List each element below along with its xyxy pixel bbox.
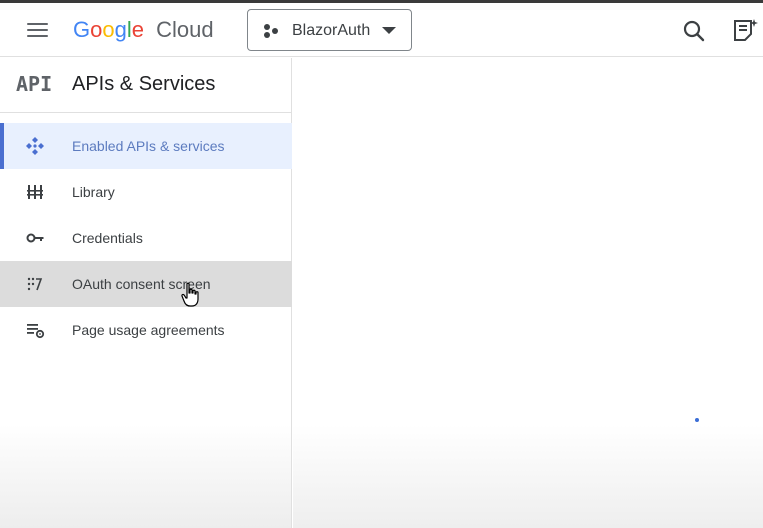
cloud-wordmark: Cloud: [156, 17, 214, 42]
google-wordmark-letter: g: [114, 17, 127, 42]
google-cloud-logo[interactable]: Google Cloud: [73, 16, 214, 44]
sidebar-item-label: OAuth consent screen: [72, 276, 211, 292]
main-content: [293, 58, 763, 528]
google-wordmark-letter: e: [131, 17, 145, 42]
search-icon[interactable]: [680, 17, 708, 45]
sidebar-item-label: Credentials: [72, 230, 143, 246]
active-indicator: [0, 123, 4, 169]
sidebar-title: APIs & Services: [72, 73, 216, 95]
enabled-apis-icon: [26, 137, 44, 155]
sidebar: API APIs & Services Enabled APIs & servi…: [0, 58, 292, 528]
project-name: BlazorAuth: [292, 22, 371, 39]
top-app-bar: Google Cloud BlazorAuth: [0, 3, 763, 57]
sidebar-item-page-usage-agreements[interactable]: Page usage agreements: [0, 307, 292, 353]
key-icon: [26, 233, 44, 243]
sidebar-item-label: Page usage agreements: [72, 322, 225, 338]
api-logo-icon: API: [16, 72, 53, 96]
oauth-consent-icon: [27, 277, 43, 291]
project-dots-icon: [264, 24, 278, 38]
library-icon: [27, 185, 43, 199]
google-wordmark-letter: o: [102, 17, 115, 42]
notes-sparkle-icon[interactable]: [731, 16, 759, 44]
sidebar-item-oauth-consent[interactable]: OAuth consent screen: [0, 261, 292, 307]
caret-down-icon: [382, 27, 396, 34]
google-wordmark-letter: o: [90, 17, 103, 42]
google-wordmark: Google: [73, 17, 144, 42]
hamburger-menu-icon[interactable]: [22, 17, 54, 43]
sidebar-item-label: Enabled APIs & services: [72, 138, 225, 154]
sidebar-item-credentials[interactable]: Credentials: [0, 215, 292, 261]
sidebar-item-enabled-apis[interactable]: Enabled APIs & services: [0, 123, 292, 169]
sidebar-item-library[interactable]: Library: [0, 169, 292, 215]
project-picker-button[interactable]: BlazorAuth: [247, 9, 412, 51]
page-usage-settings-icon: [27, 324, 45, 339]
sidebar-item-label: Library: [72, 184, 115, 200]
loading-indicator: [695, 418, 699, 422]
sidebar-header: API APIs & Services: [0, 58, 292, 113]
google-wordmark-letter: G: [73, 17, 91, 42]
